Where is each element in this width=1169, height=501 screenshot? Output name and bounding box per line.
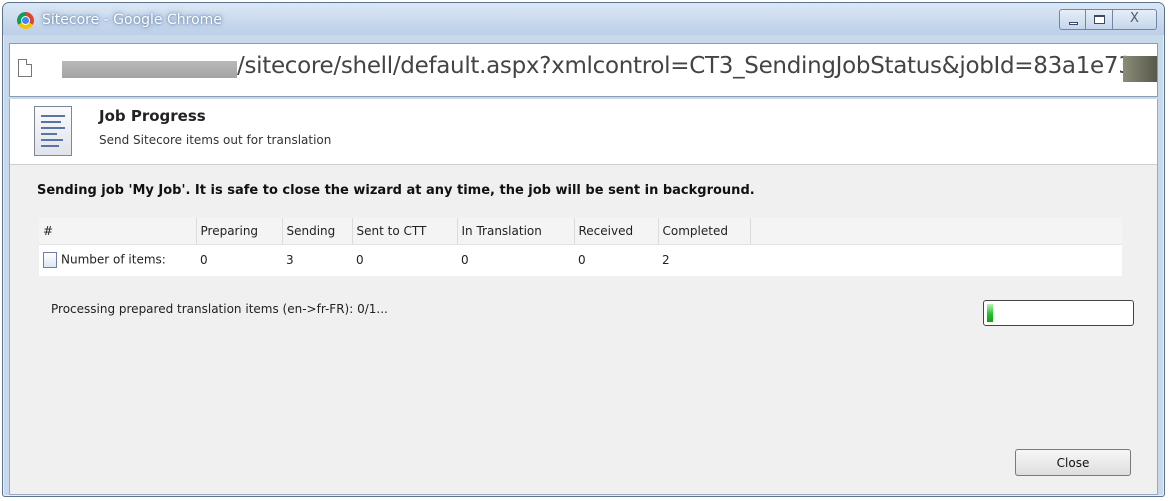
table-row: Number of items: 0 3 0 0 0 2 [39,244,1122,276]
address-bar[interactable]: /sitecore/shell/default.aspx?xmlcontrol=… [9,43,1158,97]
table-header-row: # Preparing Sending Sent to CTT In Trans… [39,218,1122,245]
status-message: Sending job 'My Job'. It is safe to clos… [37,183,755,198]
table-cell-filler [750,244,1122,276]
column-header: In Translation [457,218,575,245]
column-header: Completed [658,218,751,245]
progress-bar-fill [987,304,993,322]
window-controls: X [1059,9,1157,30]
table-cell: 0 [356,253,364,268]
chrome-logo-icon [17,12,34,29]
progress-bar [983,300,1134,326]
column-header: Sent to CTT [352,218,458,245]
column-header: Sending [282,218,353,245]
table-cell: 2 [662,253,670,268]
document-list-icon [34,106,72,156]
title-bar[interactable]: Sitecore - Google Chrome X [3,3,1164,35]
table-cell: 0 [200,253,208,268]
processing-status: Processing prepared translation items (e… [51,302,388,316]
maximize-button[interactable] [1086,9,1113,30]
redacted-host [62,61,237,78]
column-header: Preparing [196,218,283,245]
table-cell: 0 [461,253,469,268]
page-icon [18,59,32,77]
url-text[interactable]: /sitecore/shell/default.aspx?xmlcontrol=… [237,53,1133,79]
page-subtitle: Send Sitecore items out for translation [99,133,332,147]
table-cell: 3 [286,253,294,268]
close-window-button[interactable]: X [1113,9,1157,30]
close-icon: X [1130,11,1139,26]
row-label-cell: Number of items: [39,244,196,276]
maximize-icon [1094,15,1105,24]
minimize-icon [1069,22,1078,25]
job-status-table: # Preparing Sending Sent to CTT In Trans… [39,218,1122,276]
column-header: Received [574,218,659,245]
row-label: Number of items: [61,252,166,267]
column-header-filler [750,218,1122,245]
table-cell: 0 [578,253,586,268]
page-title: Job Progress [99,107,206,125]
url-overflow-fade [1123,56,1157,82]
close-button[interactable]: Close [1015,449,1131,476]
document-icon [43,252,57,269]
column-header: # [39,218,197,245]
browser-window: Sitecore - Google Chrome X /sitecore/she… [2,2,1165,497]
minimize-button[interactable] [1059,9,1086,30]
dialog-header: Job Progress Send Sitecore items out for… [10,99,1157,165]
dialog-content: Job Progress Send Sitecore items out for… [9,99,1158,495]
window-title: Sitecore - Google Chrome [42,12,222,28]
